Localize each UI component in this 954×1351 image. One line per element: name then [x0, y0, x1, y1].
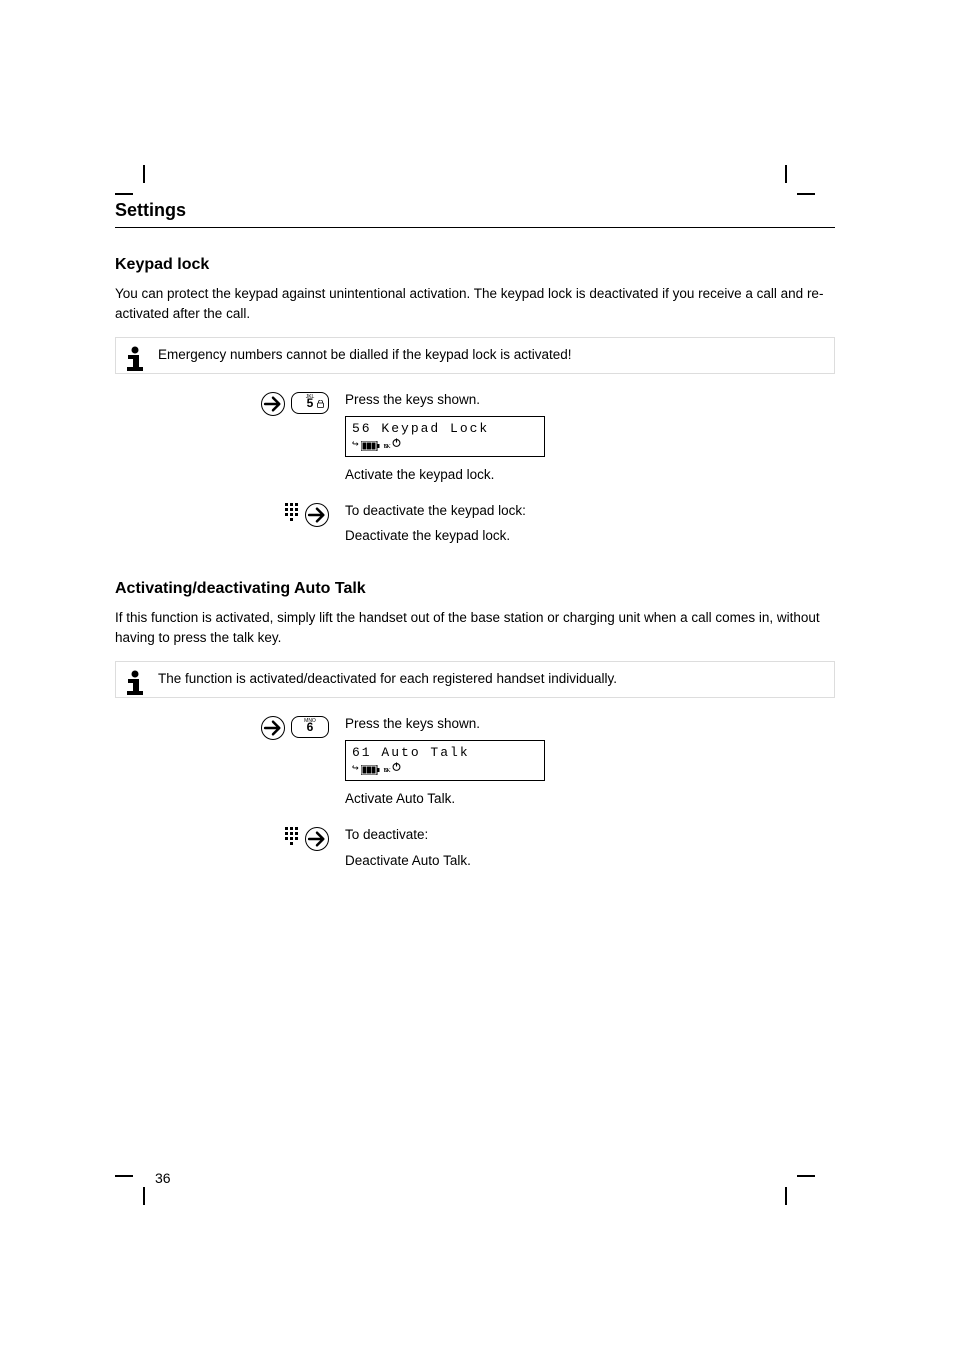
section-description: You can protect the keypad against unint…: [115, 284, 835, 323]
info-icon: [124, 344, 146, 378]
lcd-line1: 61 Auto Talk: [352, 744, 538, 763]
step-text-activate: Activate Auto Talk.: [345, 789, 835, 809]
arrow-right-key-icon: [261, 716, 285, 740]
keypad-5-key-icon: JKL 5: [291, 392, 329, 414]
step-row-press: MNO 6 Press the keys shown. 61 Auto Talk…: [115, 714, 835, 815]
goto-icon: ↪: [352, 762, 359, 778]
section-keypad-lock: Keypad lock You can protect the keypad a…: [115, 256, 835, 552]
keypad-6-key-icon: MNO 6: [291, 716, 329, 738]
lcd-line2: ↪ ⲃⲕ: [352, 438, 538, 454]
section-title: Activating/deactivating Auto Talk: [115, 580, 835, 598]
lcd-line2: ↪ ⲃⲕ: [352, 762, 538, 778]
step-deactivate-text: Deactivate the keypad lock.: [345, 526, 835, 546]
page-number: 36: [155, 1170, 171, 1186]
info-box: Emergency numbers cannot be dialled if t…: [115, 337, 835, 374]
power-icon: [392, 438, 401, 454]
step-row-deactivate: To deactivate: Deactivate Auto Talk.: [115, 825, 835, 876]
lcd-display: 56 Keypad Lock ↪ ⲃⲕ: [345, 416, 545, 458]
keypad-grid-icon: [285, 827, 299, 851]
battery-icon: [361, 765, 381, 775]
battery-icon: [361, 441, 381, 451]
section-auto-talk: Activating/deactivating Auto Talk If thi…: [115, 580, 835, 876]
step-text-activate: Activate the keypad lock.: [345, 465, 835, 485]
step-deactivate-text: Deactivate Auto Talk.: [345, 851, 835, 871]
page-content: Settings Keypad lock You can protect the…: [115, 140, 835, 886]
info-box: The function is activated/deactivated fo…: [115, 661, 835, 698]
info-text: Emergency numbers cannot be dialled if t…: [158, 347, 571, 362]
crop-mark-bl: [115, 1175, 145, 1205]
section-description: If this function is activated, simply li…: [115, 608, 835, 647]
step-row-deactivate: To deactivate the keypad lock: Deactivat…: [115, 501, 835, 552]
info-text: The function is activated/deactivated fo…: [158, 671, 617, 686]
page-header: Settings: [115, 200, 835, 228]
goto-icon: ↪: [352, 438, 359, 454]
arrow-right-key-icon: [305, 503, 329, 527]
info-icon: [124, 668, 146, 702]
book-icon: ⲃⲕ: [384, 764, 391, 777]
step-row-press: JKL 5 Press the keys shown. 56 Keypad Lo…: [115, 390, 835, 491]
book-icon: ⲃⲕ: [384, 440, 391, 453]
section-title: Keypad lock: [115, 256, 835, 274]
lcd-line1: 56 Keypad Lock: [352, 420, 538, 439]
step-text: Press the keys shown.: [345, 714, 835, 734]
step-text: Press the keys shown.: [345, 390, 835, 410]
keypad-grid-icon: [285, 503, 299, 527]
arrow-right-key-icon: [305, 827, 329, 851]
power-icon: [392, 762, 401, 778]
lock-icon: [317, 400, 324, 410]
crop-mark-br: [785, 1175, 815, 1205]
header-title: Settings: [115, 200, 835, 221]
step-deactivate-heading: To deactivate the keypad lock:: [345, 501, 835, 521]
arrow-right-key-icon: [261, 392, 285, 416]
step-deactivate-heading: To deactivate:: [345, 825, 835, 845]
lcd-display: 61 Auto Talk ↪ ⲃⲕ: [345, 740, 545, 782]
